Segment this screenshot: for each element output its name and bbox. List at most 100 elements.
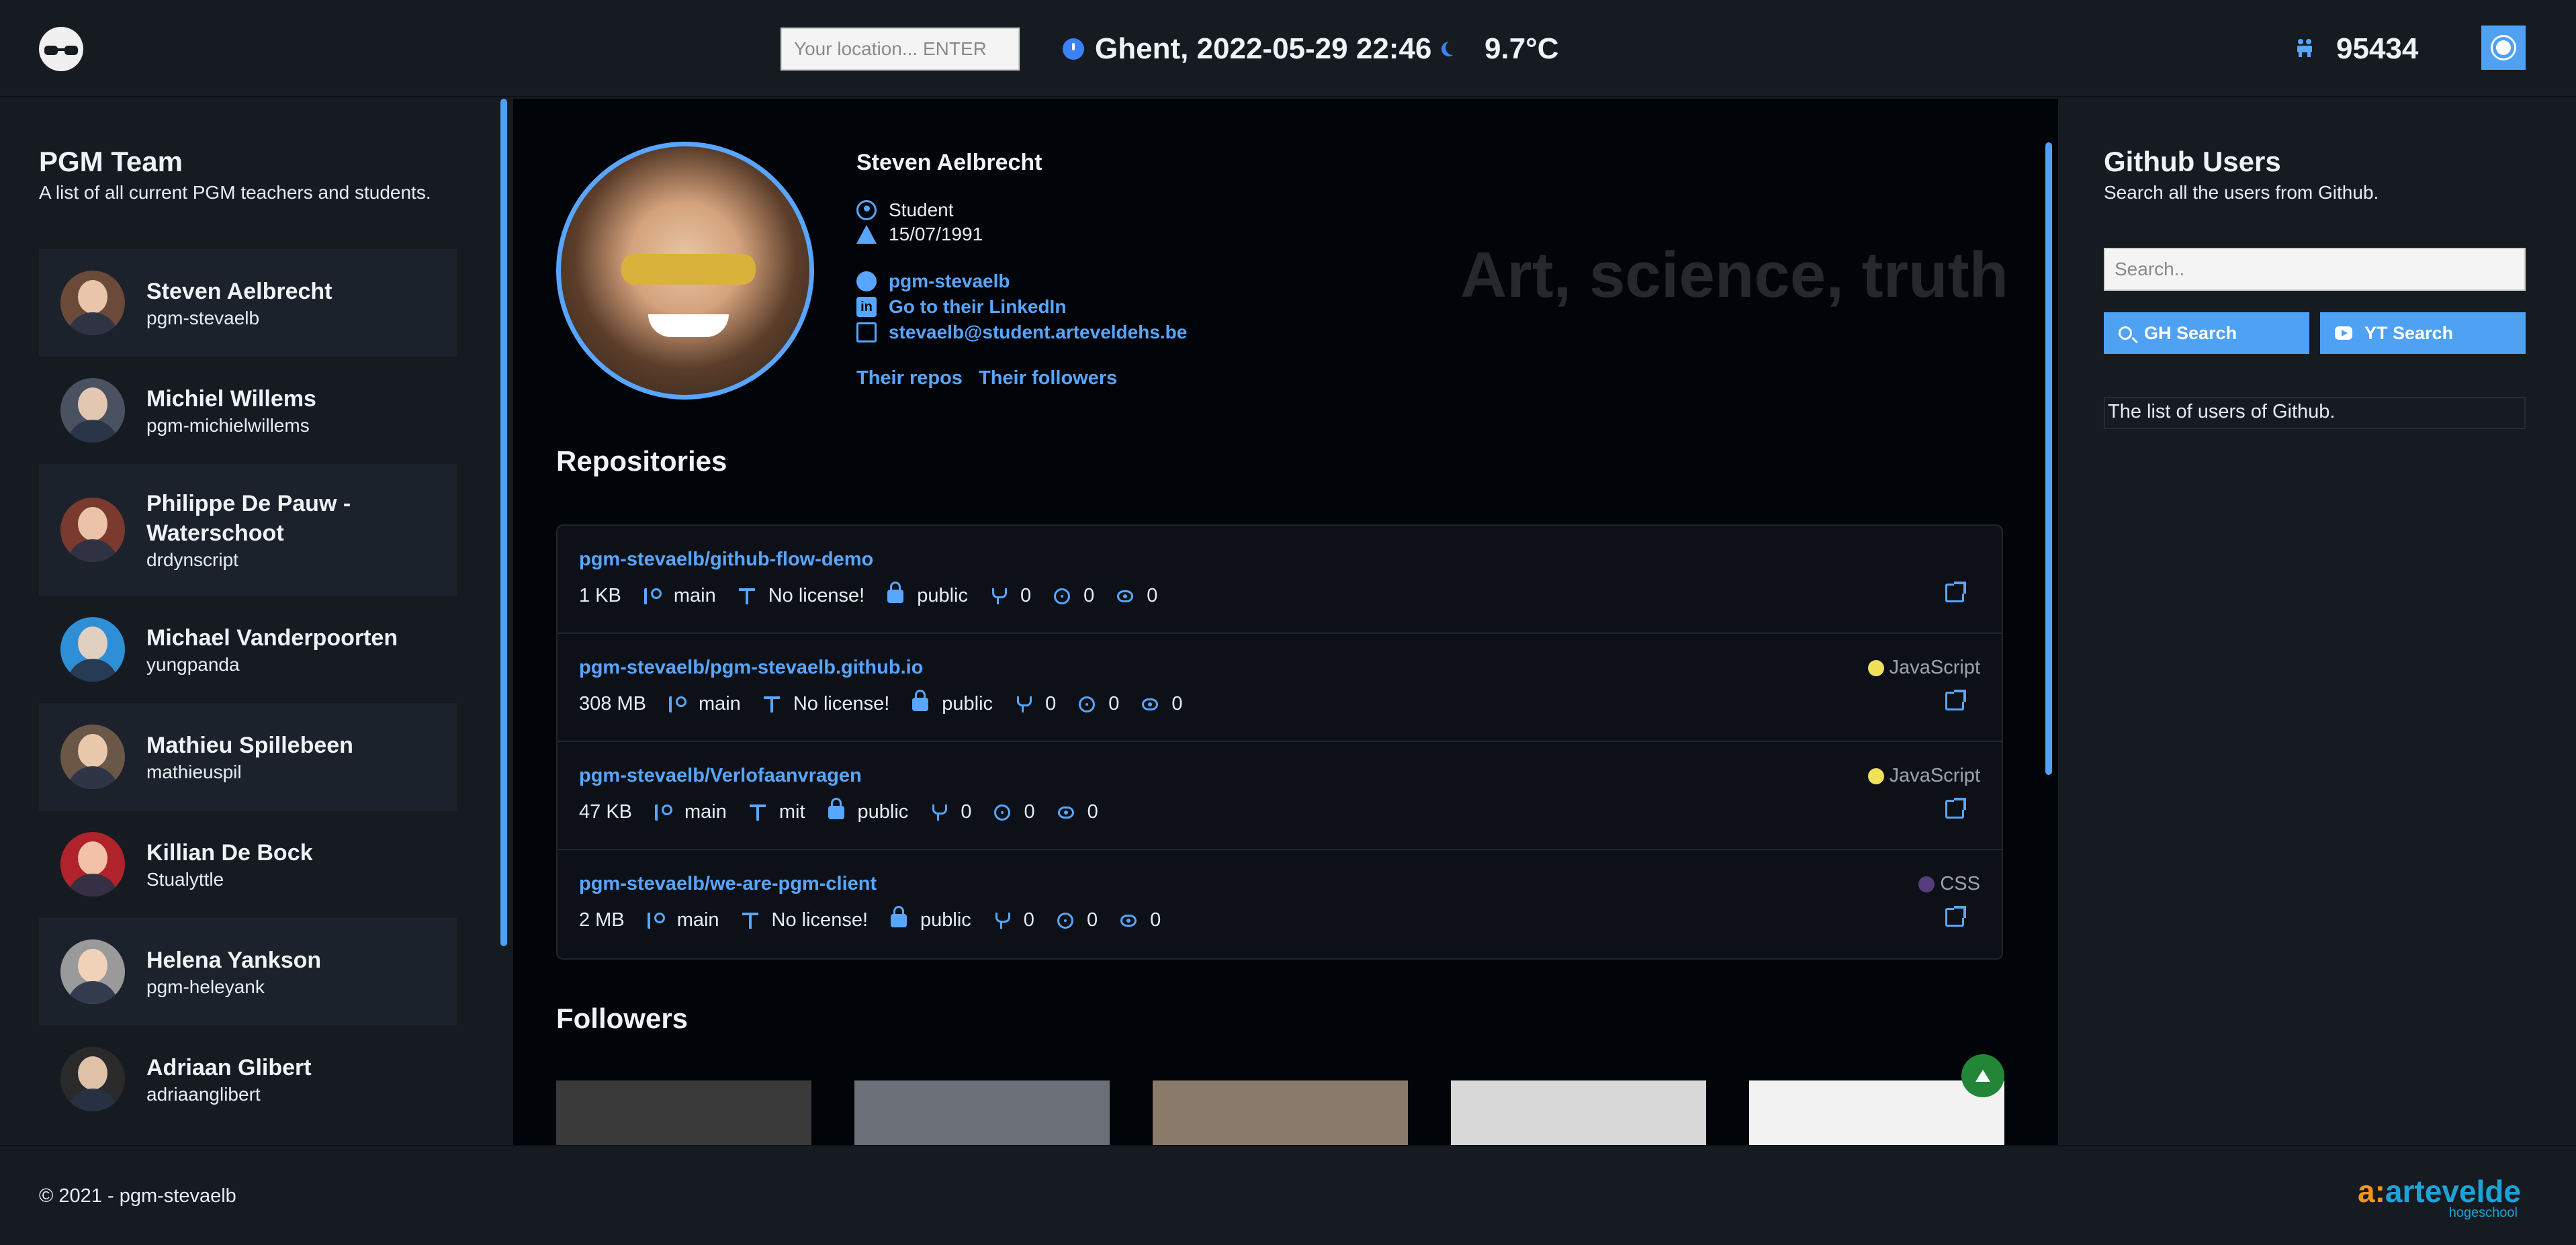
main-scrollbar[interactable] xyxy=(2045,142,2052,775)
repo-meta: 308 MB main No license! public 0 0 0 xyxy=(579,689,1183,715)
member-name: Philippe De Pauw - Waterschoot xyxy=(146,491,351,546)
their-followers-link[interactable]: Their followers xyxy=(979,367,1117,389)
member-name: Mathieu Spillebeen xyxy=(146,733,353,758)
issue-icon xyxy=(1079,696,1096,712)
language-dot xyxy=(1918,876,1935,892)
repo-size: 47 KB xyxy=(579,801,632,823)
follower-card[interactable] xyxy=(854,1080,1110,1145)
license-scale-icon xyxy=(749,804,766,821)
team-member-item[interactable]: Michiel Willems pgm-michielwillems xyxy=(39,357,457,464)
eye-icon xyxy=(1117,590,1134,602)
team-member-item[interactable]: Killian De Bock Stualyttle xyxy=(39,811,457,918)
member-handle: pgm-heleyank xyxy=(146,976,265,997)
location-input[interactable] xyxy=(781,28,1020,71)
sidebar-scrollbar[interactable] xyxy=(500,99,507,946)
team-subtitle: A list of all current PGM teachers and s… xyxy=(39,182,431,203)
repository-item: pgm-stevaelb/github-flow-demo 1 KB main No … xyxy=(558,526,2002,634)
member-avatar xyxy=(60,378,125,443)
repository-item: pgm-stevaelb/Verlofaanvragen 47 KB main mit… xyxy=(558,742,2002,850)
birthday-icon xyxy=(856,225,877,244)
repo-forks: 0 xyxy=(1045,693,1057,714)
team-member-item[interactable]: Mathieu Spillebeen mathieuspil xyxy=(39,703,457,811)
follower-card[interactable] xyxy=(556,1080,811,1145)
external-link-icon[interactable] xyxy=(1945,906,1966,927)
profile-linkedin-link[interactable]: Go to their LinkedIn xyxy=(889,296,1066,318)
branch-icon xyxy=(643,588,662,604)
team-member-item[interactable]: Steven Aelbrecht pgm-stevaelb xyxy=(39,249,457,357)
branch-icon xyxy=(668,696,686,712)
scroll-to-top-button[interactable] xyxy=(1961,1054,2004,1097)
location-datetime: Ghent, 2022-05-29 22:46 xyxy=(1095,32,1432,65)
team-member-item[interactable]: Michael Vanderpoorten yungpanda xyxy=(39,596,457,703)
member-avatar xyxy=(60,498,125,562)
member-avatar xyxy=(60,617,125,682)
repo-issues: 0 xyxy=(1086,909,1098,931)
envelope-icon xyxy=(856,322,877,342)
repo-meta: 2 MB main No license! public 0 0 0 xyxy=(579,905,1161,931)
nerd-glasses-logo-icon[interactable] xyxy=(39,27,83,71)
language-label: JavaScript xyxy=(1889,657,1980,678)
issue-icon xyxy=(994,804,1011,821)
search-icon xyxy=(2119,326,2132,340)
gh-search-label: GH Search xyxy=(2144,322,2237,343)
artevelde-logo[interactable]: a:artevelde hogeschool xyxy=(2358,1173,2521,1221)
fork-icon xyxy=(991,588,1007,604)
followers-grid xyxy=(556,1080,2004,1145)
lock-icon xyxy=(887,581,904,603)
member-avatar xyxy=(60,939,125,1004)
github-search-input[interactable] xyxy=(2104,248,2526,291)
follower-card[interactable] xyxy=(1451,1080,1706,1145)
member-handle: pgm-stevaelb xyxy=(146,308,260,328)
repo-watchers: 0 xyxy=(1171,693,1183,714)
github-icon xyxy=(856,271,877,291)
top-header: Ghent, 2022-05-29 22:46 9.7°C 95434 xyxy=(0,0,2576,97)
glasses-icon xyxy=(44,46,78,55)
member-text: Michiel Willems pgm-michielwillems xyxy=(146,384,316,436)
repo-license: No license! xyxy=(771,909,869,931)
member-name: Adriaan Glibert xyxy=(146,1055,312,1080)
repo-name-link[interactable]: pgm-stevaelb/we-are-pgm-client xyxy=(579,873,877,895)
brand-name: artevelde xyxy=(2385,1174,2521,1209)
repo-name-link[interactable]: pgm-stevaelb/github-flow-demo xyxy=(579,549,873,571)
member-handle: Stualyttle xyxy=(146,869,224,890)
repo-watchers: 0 xyxy=(1087,801,1098,823)
license-scale-icon xyxy=(742,912,758,929)
member-text: Michael Vanderpoorten yungpanda xyxy=(146,623,398,676)
repo-name-link[interactable]: pgm-stevaelb/pgm-stevaelb.github.io xyxy=(579,657,923,679)
profile-email-link[interactable]: stevaelb@student.arteveldehs.be xyxy=(889,322,1187,343)
team-member-item[interactable]: Philippe De Pauw - Waterschoot drdynscrip… xyxy=(39,464,457,596)
gh-search-button[interactable]: GH Search xyxy=(2104,312,2309,354)
profile-github-link[interactable]: pgm-stevaelb xyxy=(889,271,1010,292)
member-avatar xyxy=(60,271,125,335)
github-users-subtitle: Search all the users from Github. xyxy=(2104,182,2379,203)
member-avatar xyxy=(60,1047,125,1111)
team-member-item[interactable]: Adriaan Glibert adriaanglibert xyxy=(39,1025,457,1133)
their-repos-link[interactable]: Their repos xyxy=(856,367,963,389)
external-link-icon[interactable] xyxy=(1945,798,1966,819)
profile-linkedin-row: in Go to their LinkedIn xyxy=(856,296,1066,318)
repo-visibility: public xyxy=(857,801,909,823)
repo-license: No license! xyxy=(793,693,890,714)
fork-icon xyxy=(1016,696,1032,712)
repository-item: pgm-stevaelb/we-are-pgm-client 2 MB main No… xyxy=(558,850,2002,958)
follower-card[interactable] xyxy=(1153,1080,1408,1145)
external-link-icon[interactable] xyxy=(1945,582,1966,602)
theme-toggle-button[interactable] xyxy=(2481,26,2526,70)
team-member-item[interactable]: Helena Yankson pgm-heleyank xyxy=(39,918,457,1025)
eye-icon xyxy=(1057,806,1074,819)
yt-search-button[interactable]: YT Search xyxy=(2320,312,2526,354)
issue-icon xyxy=(1054,588,1071,604)
lock-icon xyxy=(828,797,844,819)
member-text: Mathieu Spillebeen mathieuspil xyxy=(146,731,353,783)
branch-icon xyxy=(655,804,672,821)
member-name: Steven Aelbrecht xyxy=(146,279,332,304)
page-footer: © 2021 - pgm-stevaelb a:artevelde hogesc… xyxy=(0,1145,2576,1245)
team-title: PGM Team xyxy=(39,146,183,177)
main-content: Steven Aelbrecht Student 15/07/1991 pgm-… xyxy=(513,99,2058,1145)
repo-name-link[interactable]: pgm-stevaelb/Verlofaanvragen xyxy=(579,765,862,787)
brand-prefix: a: xyxy=(2358,1174,2385,1209)
repo-license: No license! xyxy=(768,585,865,606)
repo-issues: 0 xyxy=(1024,801,1035,823)
external-link-icon[interactable] xyxy=(1945,690,1966,710)
follower-card[interactable] xyxy=(1749,1080,2004,1145)
